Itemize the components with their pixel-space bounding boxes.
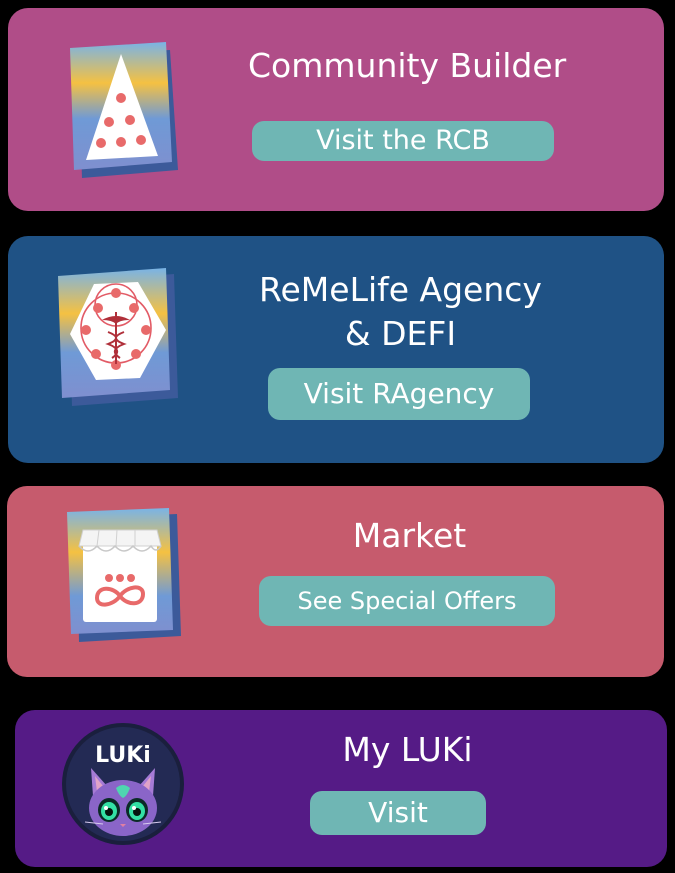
market-card: Market See Special Offers — [7, 486, 664, 677]
luki-logo-text: LUKi — [95, 743, 151, 768]
visit-rcb-button[interactable]: Visit the RCB — [252, 121, 554, 161]
storefront-icon — [65, 508, 185, 646]
card-title: Market — [352, 516, 467, 555]
agency-card: ReMeLife Agency & DEFI Visit RAgency — [8, 236, 664, 463]
see-special-offers-button[interactable]: See Special Offers — [259, 576, 555, 626]
community-builder-card: Community Builder Visit the RCB — [8, 8, 664, 211]
luki-card: LUKi My LUKi Visit — [15, 710, 667, 867]
card-title: Community Builder — [248, 46, 567, 85]
visit-luki-button[interactable]: Visit — [310, 791, 486, 835]
visit-ragency-button[interactable]: Visit RAgency — [268, 368, 530, 420]
caduceus-hexagon-icon — [56, 268, 182, 418]
luki-cat-avatar: LUKi — [61, 722, 185, 846]
pyramid-dots-icon — [66, 38, 186, 194]
card-title: My LUKi — [342, 730, 473, 769]
card-title-line1: ReMeLife Agency — [259, 270, 542, 309]
card-title-line2: & DEFI — [344, 314, 457, 353]
